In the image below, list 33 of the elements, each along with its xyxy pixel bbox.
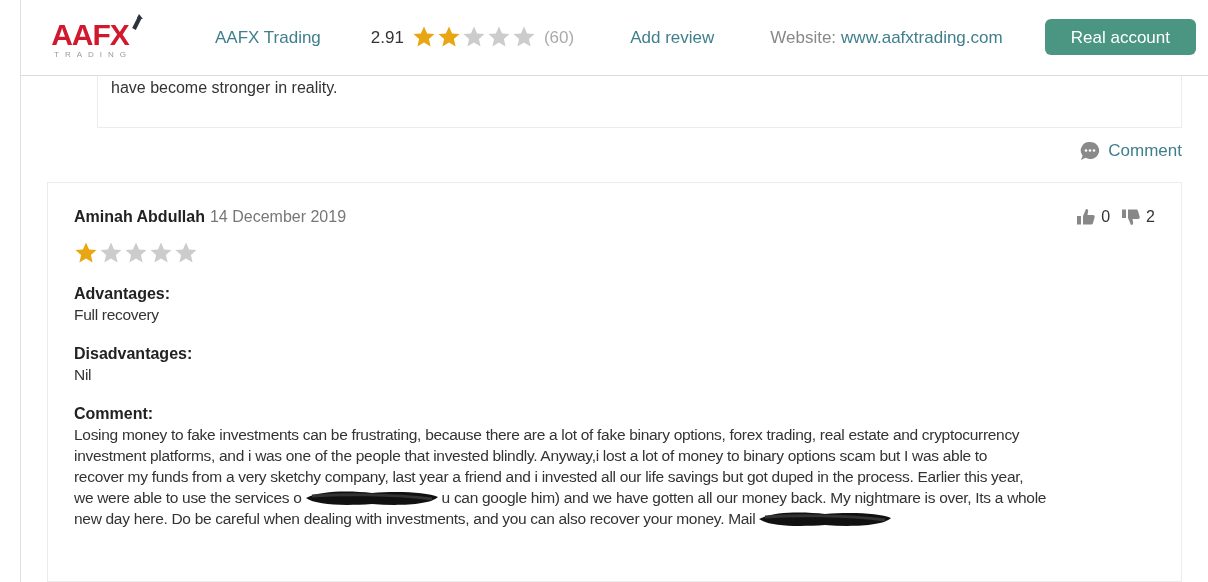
section-heading: Comment:: [74, 404, 155, 424]
review-text: recover my funds from a very sketchy company, last year a friend and i invested all our life savings but got duped in the process. Earlier this year,: [74, 467, 1024, 487]
dislike-count: 2: [1146, 207, 1155, 227]
star-icon: [174, 241, 198, 265]
section-heading: Advantages:: [74, 284, 172, 304]
review-count: (60): [543, 26, 575, 49]
review-text: have become stronger in reality.: [111, 78, 338, 96]
speech-bubble-icon: [1080, 140, 1101, 161]
review-text: Full recovery: [74, 305, 159, 325]
review-date: 14 December 2019: [209, 207, 347, 227]
star-icon: [99, 241, 123, 265]
star-icon: [149, 241, 173, 265]
review-text: we were able to use the services o: [74, 488, 302, 508]
like-count: 0: [1101, 207, 1111, 227]
review-text: investment platforms, and i was one of the people that invested blindly. Anyway,i lost a lot of money to binary options scam but I was able to: [74, 446, 988, 466]
website-link[interactable]: www.aafxtrading.com: [841, 24, 1003, 51]
website-label: Website:: [770, 26, 837, 49]
star-icon: [74, 241, 98, 265]
logo[interactable]: AAFX TRADING: [45, 14, 143, 61]
star-icon: [124, 241, 148, 265]
review-text: Nil: [74, 365, 92, 385]
broker-name-link[interactable]: AAFX Trading: [215, 24, 321, 51]
thumbs-up-icon[interactable]: [1076, 207, 1097, 227]
comment-link[interactable]: Comment: [1108, 138, 1182, 164]
rating-value: 2.91: [370, 26, 404, 49]
review-text: Losing money to fake investments can be frustrating, because there are a lot of fake binary options, forex trading, real estate and cryptocurrency: [74, 425, 1020, 445]
real-account-button[interactable]: Real account: [1044, 19, 1196, 56]
author-name: Aminah Abdullah: [74, 207, 205, 227]
review-text: new day here. Do be careful when dealing with investments, and you can also recover your money. Mail: [74, 509, 756, 529]
add-review-link[interactable]: Add review: [630, 24, 715, 51]
review-text: u can google him) and we have gotten all our money back. My nightmare is over, Its a whole: [441, 488, 1047, 508]
section-heading: Disadvantages:: [74, 344, 194, 364]
thumbs-down-icon[interactable]: [1121, 207, 1142, 227]
